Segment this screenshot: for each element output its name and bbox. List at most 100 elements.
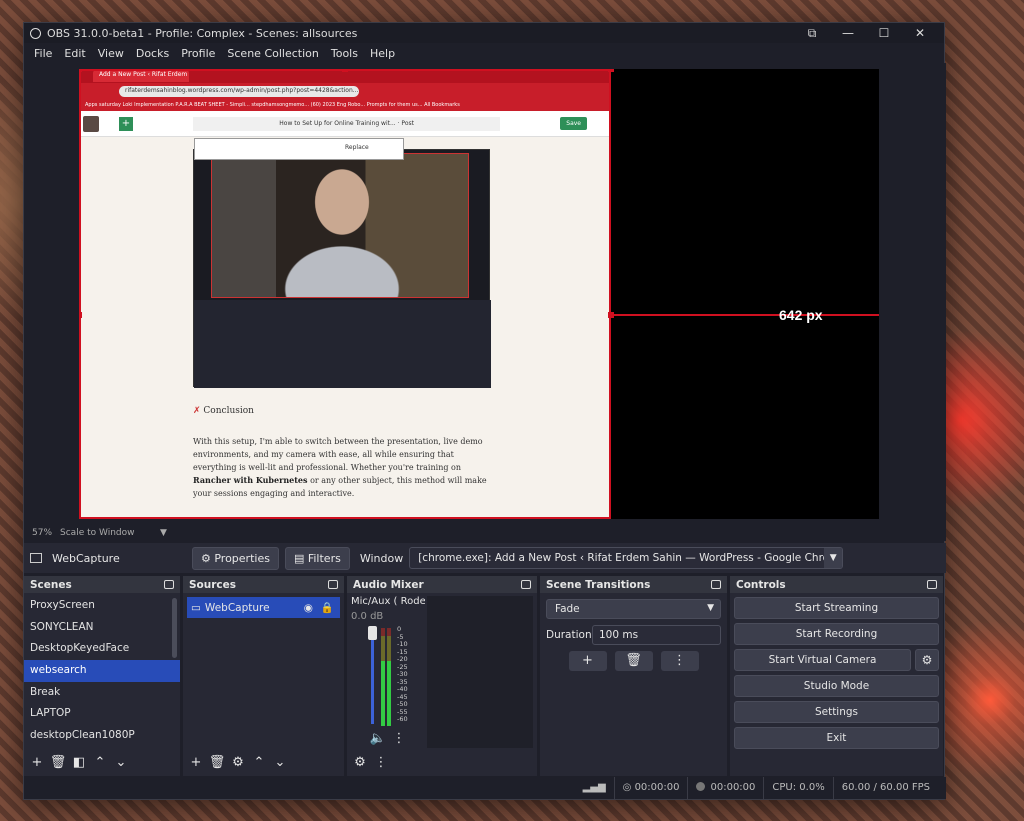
- lock-icon[interactable]: 🔒: [321, 601, 334, 614]
- preview-status-strip: 57% Scale to Window ▼: [24, 525, 946, 541]
- menu-edit[interactable]: Edit: [58, 47, 91, 60]
- menu-docks[interactable]: Docks: [130, 47, 175, 60]
- properties-button[interactable]: ⚙ Properties: [192, 546, 279, 570]
- wp-doc-title: How to Set Up for Online Training wit...…: [193, 116, 501, 131]
- scene-item-selected[interactable]: websearch: [24, 660, 180, 682]
- arrow-up-icon[interactable]: ⌃: [91, 754, 109, 772]
- monitor-icon: ▭: [191, 601, 201, 614]
- scene-item[interactable]: LAPTOP: [24, 703, 180, 725]
- trash-icon[interactable]: 🗑: [49, 754, 67, 772]
- stream-time: 00:00:00: [634, 782, 680, 793]
- duration-input[interactable]: 100 ms: [592, 625, 721, 645]
- gear-icon[interactable]: ⚙: [229, 754, 247, 772]
- monitor-icon: [30, 553, 42, 563]
- wp-avatar: [83, 115, 99, 132]
- duration-label: Duration: [546, 629, 592, 641]
- settings-button[interactable]: Settings: [734, 701, 939, 723]
- maximize-button[interactable]: ☐: [866, 26, 902, 40]
- resize-handle-tr[interactable]: [608, 69, 614, 72]
- captured-browser-window: Add a New Post ‹ Rifat Erdem S... rifate…: [79, 69, 611, 519]
- scale-mode-select[interactable]: Scale to Window: [60, 528, 160, 538]
- more-icon[interactable]: ⋮: [390, 730, 408, 748]
- eye-icon[interactable]: ◉: [304, 602, 313, 614]
- add-icon[interactable]: +: [187, 754, 205, 772]
- browser-address-bar: rifaterdemsahinblog.wordpress.com/wp-adm…: [79, 83, 611, 99]
- window-select[interactable]: [chrome.exe]: Add a New Post ‹ Rifat Erd…: [409, 547, 844, 569]
- conclusion-text: Conclusion: [203, 406, 254, 416]
- menu-file[interactable]: File: [28, 47, 58, 60]
- transition-buttons: + 🗑 ⋮: [540, 651, 727, 671]
- scene-item[interactable]: Break: [24, 682, 180, 704]
- trash-icon[interactable]: 🗑: [614, 651, 653, 671]
- webcam-frame: [211, 153, 469, 298]
- scenes-scrollbar[interactable]: [172, 598, 177, 658]
- preview-area: Add a New Post ‹ Rifat Erdem S... rifate…: [24, 63, 946, 525]
- scene-item[interactable]: DesktopKeyedFace: [24, 638, 180, 660]
- scene-item[interactable]: ProxyScreen: [24, 595, 180, 617]
- undock-icon[interactable]: [521, 580, 531, 589]
- add-icon[interactable]: +: [28, 754, 46, 772]
- record-icon: [696, 782, 706, 791]
- add-icon[interactable]: +: [568, 651, 607, 671]
- undock-icon[interactable]: [164, 580, 174, 589]
- arrow-down-icon[interactable]: ⌄: [271, 754, 289, 772]
- chevron-down-icon[interactable]: ▼: [160, 528, 167, 538]
- filter-icon[interactable]: ◧: [70, 754, 88, 772]
- filters-label: Filters: [307, 551, 341, 565]
- start-streaming-button[interactable]: Start Streaming: [734, 597, 939, 619]
- scene-item[interactable]: SONYCLEAN: [24, 617, 180, 639]
- browser-bookmarks: Apps saturday Loki Implementation P.A.R.…: [79, 99, 611, 111]
- close-button[interactable]: ✕: [902, 26, 938, 40]
- mixer-title: Audio Mixer: [353, 578, 424, 591]
- mixer-header: Audio Mixer: [347, 576, 537, 593]
- undock-icon[interactable]: [328, 580, 338, 589]
- distance-label: 642 px: [779, 307, 823, 323]
- menu-profile[interactable]: Profile: [175, 47, 221, 60]
- transitions-title: Scene Transitions: [546, 578, 651, 591]
- post-paragraph: With this setup, I'm able to switch betw…: [193, 435, 493, 500]
- undock-icon[interactable]: [927, 580, 937, 589]
- properties-label: Properties: [214, 551, 270, 565]
- chevron-down-icon[interactable]: ▼: [824, 548, 843, 568]
- sources-footer: + 🗑 ⚙ ⌃ ⌄: [183, 750, 344, 776]
- undock-icon[interactable]: [711, 580, 721, 589]
- record-time: 00:00:00: [710, 782, 756, 793]
- meter-tick: -60: [397, 715, 408, 723]
- controls-title: Controls: [736, 578, 786, 591]
- gear-icon[interactable]: ⚙: [915, 649, 939, 671]
- studio-mode-button[interactable]: Studio Mode: [734, 675, 939, 697]
- volume-fader-track[interactable]: [371, 628, 374, 724]
- trash-icon[interactable]: 🗑: [208, 754, 226, 772]
- preview-canvas[interactable]: Add a New Post ‹ Rifat Erdem S... rifate…: [79, 69, 879, 519]
- scene-item[interactable]: desktopClean1080P: [24, 725, 180, 747]
- volume-fader-knob[interactable]: [368, 626, 377, 640]
- gear-icon[interactable]: ⚙: [351, 754, 369, 772]
- speaker-icon[interactable]: 🔈: [369, 730, 387, 748]
- source-item[interactable]: ▭ WebCapture ◉ 🔒: [187, 597, 340, 618]
- menu-view[interactable]: View: [92, 47, 130, 60]
- transition-select[interactable]: Fade ▼: [546, 599, 721, 619]
- filters-button[interactable]: ▤ Filters: [284, 546, 350, 570]
- embedded-screenshot: Replace: [193, 138, 491, 388]
- obs-window: OBS 31.0.0-beta1 - Profile: Complex - Sc…: [23, 22, 946, 800]
- meter-scale: 0 -5 -10 -15 -20 -25 -30 -35 -40 -45 -50…: [397, 625, 408, 724]
- start-recording-button[interactable]: Start Recording: [734, 623, 939, 645]
- arrow-down-icon[interactable]: ⌄: [112, 754, 130, 772]
- more-icon[interactable]: ⋮: [372, 754, 390, 772]
- menu-tools[interactable]: Tools: [325, 47, 364, 60]
- more-icon[interactable]: ⋮: [660, 651, 699, 671]
- resize-handle-tl[interactable]: [79, 69, 82, 72]
- start-virtual-camera-button[interactable]: Start Virtual Camera: [734, 649, 911, 671]
- resize-handle-l[interactable]: [79, 312, 82, 318]
- arrow-up-icon[interactable]: ⌃: [250, 754, 268, 772]
- transitions-header: Scene Transitions: [540, 576, 727, 593]
- window-extra-button[interactable]: ⧉: [794, 26, 830, 41]
- resize-handle-t[interactable]: [342, 69, 348, 72]
- virtual-camera-row: Start Virtual Camera ⚙: [734, 649, 939, 671]
- exit-button[interactable]: Exit: [734, 727, 939, 749]
- menu-help[interactable]: Help: [364, 47, 401, 60]
- menu-scene-collection[interactable]: Scene Collection: [221, 47, 324, 60]
- pin-icon: ✗: [193, 406, 201, 416]
- paragraph-bold: Rancher with Kubernetes: [193, 475, 308, 485]
- minimize-button[interactable]: —: [830, 26, 866, 40]
